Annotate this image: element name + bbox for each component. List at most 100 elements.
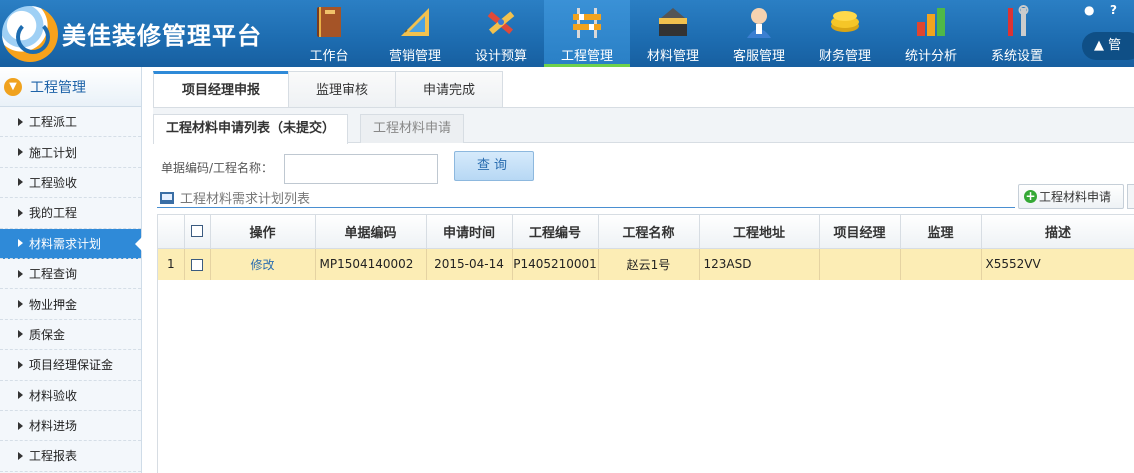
toolbox-icon bbox=[659, 8, 687, 36]
col-header[interactable]: 描述 bbox=[981, 215, 1134, 249]
arrow-right-icon bbox=[18, 360, 23, 369]
sidebar-item-material-acceptance[interactable]: 材料验收 bbox=[0, 381, 141, 411]
tab-apply-complete[interactable]: 申请完成 bbox=[395, 71, 503, 108]
nav-item-workbench[interactable]: 工作台 bbox=[286, 0, 372, 67]
row-checkbox[interactable] bbox=[184, 248, 211, 280]
list-caption-text: 工程材料需求计划列表 bbox=[180, 192, 311, 207]
sidebar-header[interactable]: ▼ 工程管理 bbox=[0, 67, 141, 107]
arrow-right-icon bbox=[18, 117, 23, 126]
nav-label: 财务管理 bbox=[818, 49, 871, 64]
sidebar-item-warranty[interactable]: 质保金 bbox=[0, 320, 141, 351]
tab-supervisor-review[interactable]: 监理审核 bbox=[288, 71, 396, 108]
sub-tabs: 工程材料申请列表（未提交） 工程材料申请 bbox=[153, 108, 1134, 144]
nav-label: 工作台 bbox=[309, 49, 349, 64]
col-header: 操作 bbox=[210, 215, 316, 249]
toolbar-button-partial[interactable] bbox=[1127, 184, 1134, 209]
cell-doc-code: MP1504140002 bbox=[315, 248, 427, 280]
user-menu-button[interactable]: ▲ 管 bbox=[1082, 32, 1134, 60]
arrow-right-icon bbox=[18, 148, 23, 157]
help-icon[interactable]: ? bbox=[1110, 3, 1117, 17]
tools-icon bbox=[1008, 5, 1029, 36]
col-header[interactable]: 监理 bbox=[900, 215, 982, 249]
agent-icon bbox=[747, 8, 771, 38]
sidebar-item-acceptance[interactable]: 工程验收 bbox=[0, 168, 141, 199]
col-header[interactable]: 工程编号 bbox=[512, 215, 599, 249]
sidebar-item-my-projects[interactable]: 我的工程 bbox=[0, 198, 141, 229]
col-header[interactable]: 单据编码 bbox=[315, 215, 427, 249]
arrow-right-icon bbox=[18, 421, 23, 430]
sidebar-item-label: 工程派工 bbox=[29, 115, 78, 130]
nav-label: 材料管理 bbox=[646, 49, 699, 64]
arrow-right-icon bbox=[18, 300, 23, 309]
subtab-unsubmitted-list[interactable]: 工程材料申请列表（未提交） bbox=[153, 114, 349, 144]
col-header[interactable]: 申请时间 bbox=[426, 215, 513, 249]
tab-manager-apply[interactable]: 项目经理申报 bbox=[153, 71, 289, 108]
sidebar-item-manager-deposit[interactable]: 项目经理保证金 bbox=[0, 350, 141, 381]
bar-chart-icon bbox=[917, 8, 945, 36]
arrow-right-icon bbox=[18, 208, 23, 217]
nav-item-design-budget[interactable]: 设计预算 bbox=[458, 0, 544, 67]
select-all-checkbox[interactable] bbox=[184, 215, 211, 249]
cell-description: X5552VV bbox=[981, 248, 1134, 280]
table-header-row: 操作 单据编码 申请时间 工程编号 工程名称 工程地址 项目经理 监理 描述 bbox=[158, 215, 1134, 249]
user-icon: ▲ bbox=[1094, 38, 1104, 53]
sidebar-item-label: 质保金 bbox=[29, 327, 66, 342]
col-header[interactable]: 工程名称 bbox=[598, 215, 700, 249]
table-row[interactable]: 1 修改 MP1504140002 2015-04-14 P1405210001… bbox=[158, 248, 1134, 280]
add-material-request-button[interactable]: + 工程材料申请 bbox=[1018, 184, 1124, 209]
nav-item-finance[interactable]: 财务管理 bbox=[802, 0, 888, 67]
sidebar-item-construction-plan[interactable]: 施工计划 bbox=[0, 137, 141, 168]
sidebar-item-label: 材料需求计划 bbox=[29, 236, 102, 251]
data-grid: 操作 单据编码 申请时间 工程编号 工程名称 工程地址 项目经理 监理 描述 1… bbox=[157, 214, 1134, 473]
edit-link[interactable]: 修改 bbox=[210, 248, 316, 280]
top-tabs: 项目经理申报 监理审核 申请完成 bbox=[153, 71, 503, 108]
col-header[interactable]: 工程地址 bbox=[699, 215, 820, 249]
cell-address: 123ASD bbox=[699, 248, 820, 280]
nav-item-materials[interactable]: 材料管理 bbox=[630, 0, 716, 67]
message-icon[interactable]: ● bbox=[1084, 3, 1094, 17]
sidebar-item-label: 工程报表 bbox=[29, 449, 78, 464]
list-caption: 工程材料需求计划列表 bbox=[160, 188, 310, 207]
nav-label: 工程管理 bbox=[560, 49, 613, 64]
subtab-material-apply[interactable]: 工程材料申请 bbox=[360, 114, 465, 143]
arrow-right-icon bbox=[18, 391, 23, 400]
search-button[interactable]: 查询 bbox=[454, 151, 534, 181]
col-index bbox=[158, 215, 185, 249]
monitor-icon bbox=[160, 191, 174, 204]
sidebar-item-reports[interactable]: 工程报表 bbox=[0, 441, 141, 472]
user-label: 管 bbox=[1108, 38, 1122, 53]
divider bbox=[157, 207, 1015, 208]
nav-item-statistics[interactable]: 统计分析 bbox=[888, 0, 974, 67]
coins-icon bbox=[831, 11, 859, 32]
sidebar-item-label: 材料验收 bbox=[29, 388, 78, 403]
cell-supervisor bbox=[900, 248, 982, 280]
arrow-right-icon bbox=[18, 451, 23, 460]
logo: 美佳装修管理平台 bbox=[0, 0, 270, 67]
sidebar-item-dispatch[interactable]: 工程派工 bbox=[0, 107, 141, 138]
cell-manager bbox=[819, 248, 901, 280]
nav-item-customer-service[interactable]: 客服管理 bbox=[716, 0, 802, 67]
cell-apply-date: 2015-04-14 bbox=[426, 248, 513, 280]
nav-label: 设计预算 bbox=[474, 49, 527, 64]
pencil-icon bbox=[487, 11, 515, 35]
sidebar-item-material-plan[interactable]: 材料需求计划 bbox=[0, 228, 142, 259]
sidebar-item-label: 施工计划 bbox=[29, 145, 78, 160]
sidebar-item-label: 工程验收 bbox=[29, 175, 78, 190]
sidebar-item-project-query[interactable]: 工程查询 bbox=[0, 259, 141, 290]
nav-label: 营销管理 bbox=[388, 49, 441, 64]
nav-item-settings[interactable]: 系统设置 bbox=[974, 0, 1060, 67]
col-header[interactable]: 项目经理 bbox=[819, 215, 901, 249]
nav-item-marketing[interactable]: 营销管理 bbox=[372, 0, 458, 67]
sidebar-item-label: 我的工程 bbox=[29, 206, 78, 221]
arrow-right-icon bbox=[18, 178, 23, 187]
sidebar-title: 工程管理 bbox=[30, 79, 86, 96]
sidebar-item-material-entry[interactable]: 材料进场 bbox=[0, 411, 141, 442]
barrier-icon bbox=[573, 8, 601, 38]
nav-label: 统计分析 bbox=[904, 49, 957, 64]
nav-item-engineering[interactable]: 工程管理 bbox=[544, 0, 630, 67]
main-nav: 工作台 营销管理 设计预算 工程管理 材料管理 客服管理 财务管理 统计分析 系… bbox=[286, 0, 1060, 67]
house-logo-icon bbox=[2, 5, 58, 62]
app-title: 美佳装修管理平台 bbox=[62, 22, 262, 50]
search-input[interactable] bbox=[284, 154, 438, 184]
sidebar-item-property-deposit[interactable]: 物业押金 bbox=[0, 289, 141, 320]
